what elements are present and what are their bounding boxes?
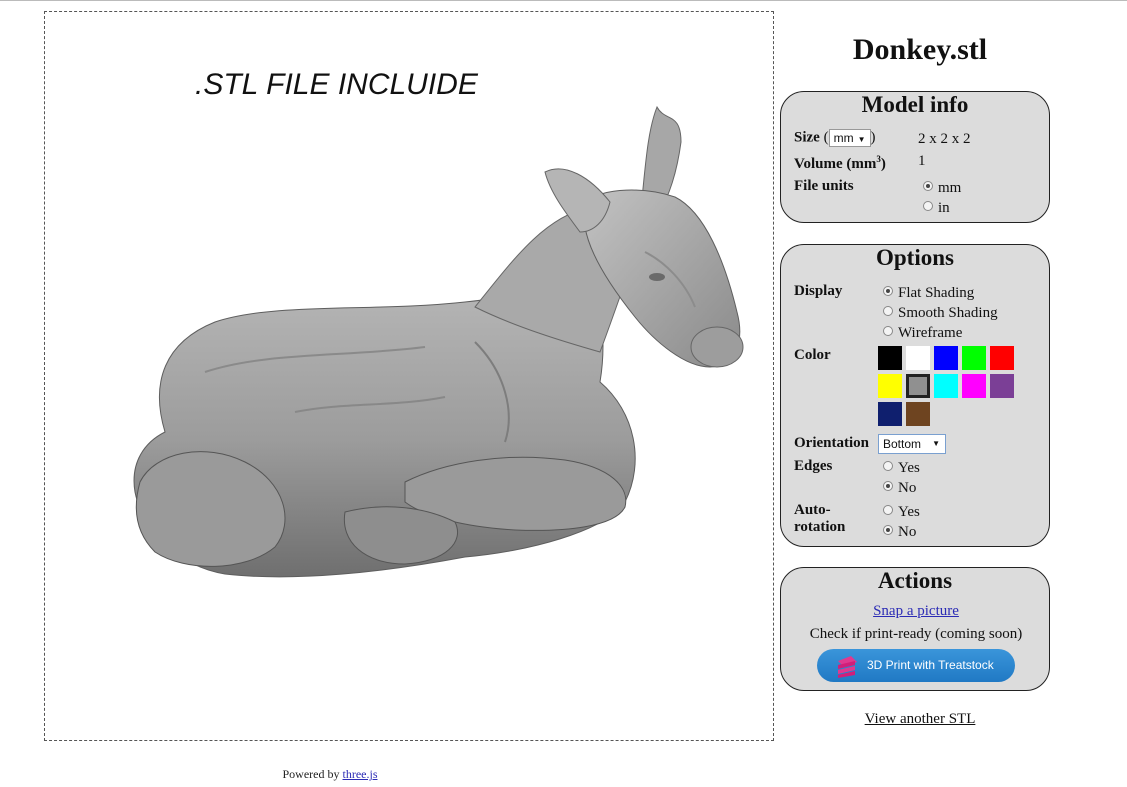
- orientation-value: Bottom: [883, 437, 922, 451]
- radio-icon[interactable]: [883, 326, 893, 336]
- display-flat-shading-option[interactable]: Flat Shading: [883, 285, 974, 302]
- print-button-label: 3D Print with Treatstock: [867, 658, 994, 672]
- options-panel: Options Display Flat Shading Smooth Shad…: [780, 244, 1050, 547]
- autorotation-yes-option[interactable]: Yes: [883, 504, 920, 521]
- file-units-mm-option[interactable]: mm: [923, 180, 961, 197]
- size-value: 2 x 2 x 2: [918, 131, 971, 147]
- edges-no-option[interactable]: No: [883, 480, 916, 497]
- autorotation-no-option[interactable]: No: [883, 524, 916, 541]
- radio-icon[interactable]: [883, 306, 893, 316]
- color-swatch[interactable]: [906, 402, 930, 426]
- display-wireframe-option[interactable]: Wireframe: [883, 325, 962, 342]
- view-another-stl-link[interactable]: View another STL: [780, 711, 1060, 728]
- volume-label: Volume (mm3): [794, 154, 886, 172]
- size-row: Size (mm ▼): [794, 129, 876, 147]
- radio-icon[interactable]: [883, 461, 893, 471]
- size-label: Size: [794, 129, 820, 146]
- footer-prefix: Powered by: [282, 767, 343, 781]
- radio-selected-icon[interactable]: [923, 181, 933, 191]
- radio-selected-icon[interactable]: [883, 525, 893, 535]
- display-smooth-shading-option[interactable]: Smooth Shading: [883, 305, 998, 322]
- donkey-model-render: [133, 105, 744, 578]
- color-swatch[interactable]: [934, 346, 958, 370]
- size-unit-value: mm: [833, 131, 854, 145]
- dropdown-arrow-icon: ▼: [857, 135, 866, 144]
- color-swatch[interactable]: [906, 346, 930, 370]
- volume-row: Volume (mm3): [794, 154, 886, 173]
- color-swatch[interactable]: [990, 374, 1014, 398]
- model-info-heading: Model info: [861, 92, 969, 117]
- threejs-link[interactable]: three.js: [343, 767, 378, 781]
- edges-yes-option[interactable]: Yes: [883, 460, 920, 477]
- orientation-select[interactable]: Bottom ▼: [878, 434, 946, 454]
- color-label: Color: [794, 347, 831, 363]
- actions-heading: Actions: [877, 568, 953, 593]
- color-swatch[interactable]: [878, 374, 902, 398]
- color-swatch[interactable]: [934, 374, 958, 398]
- footer: Powered by three.js: [0, 767, 660, 782]
- options-heading: Options: [876, 245, 954, 270]
- display-label: Display: [794, 283, 843, 299]
- model-info-panel: Model info Size (mm ▼) 2 x 2 x 2 Volume (…: [780, 91, 1050, 223]
- file-title: Donkey.stl: [852, 33, 988, 66]
- color-swatch[interactable]: [962, 374, 986, 398]
- size-unit-select[interactable]: mm ▼: [828, 129, 871, 147]
- treatstock-logo-icon: [838, 656, 857, 678]
- size-paren-close: ): [870, 129, 876, 146]
- radio-icon[interactable]: [923, 201, 933, 211]
- print-with-treatstock-button[interactable]: 3D Print with Treatstock: [817, 649, 1015, 682]
- snap-picture-link[interactable]: Snap a picture: [781, 603, 1051, 620]
- volume-value: 1: [918, 153, 926, 169]
- color-swatch[interactable]: [962, 346, 986, 370]
- model-viewer-canvas[interactable]: .STL FILE INCLUIDE: [44, 11, 774, 741]
- color-swatch[interactable]: [878, 402, 902, 426]
- file-units-label: File units: [794, 178, 854, 194]
- color-swatch[interactable]: [990, 346, 1014, 370]
- radio-selected-icon[interactable]: [883, 286, 893, 296]
- file-units-in-option[interactable]: in: [923, 200, 950, 217]
- dropdown-arrow-icon: ▼: [932, 439, 940, 448]
- orientation-label: Orientation: [794, 435, 869, 451]
- color-swatch[interactable]: [906, 374, 930, 398]
- radio-selected-icon[interactable]: [883, 481, 893, 491]
- actions-panel: Actions Snap a picture Check if print-re…: [780, 567, 1050, 691]
- file-units-row: File units: [794, 178, 854, 195]
- print-ready-text: Check if print-ready (coming soon): [809, 626, 1023, 642]
- edges-label: Edges: [794, 458, 833, 474]
- radio-icon[interactable]: [883, 505, 893, 515]
- autorotation-label: Auto-rotation: [794, 502, 846, 535]
- top-border: [0, 0, 1127, 1]
- color-swatch[interactable]: [878, 346, 902, 370]
